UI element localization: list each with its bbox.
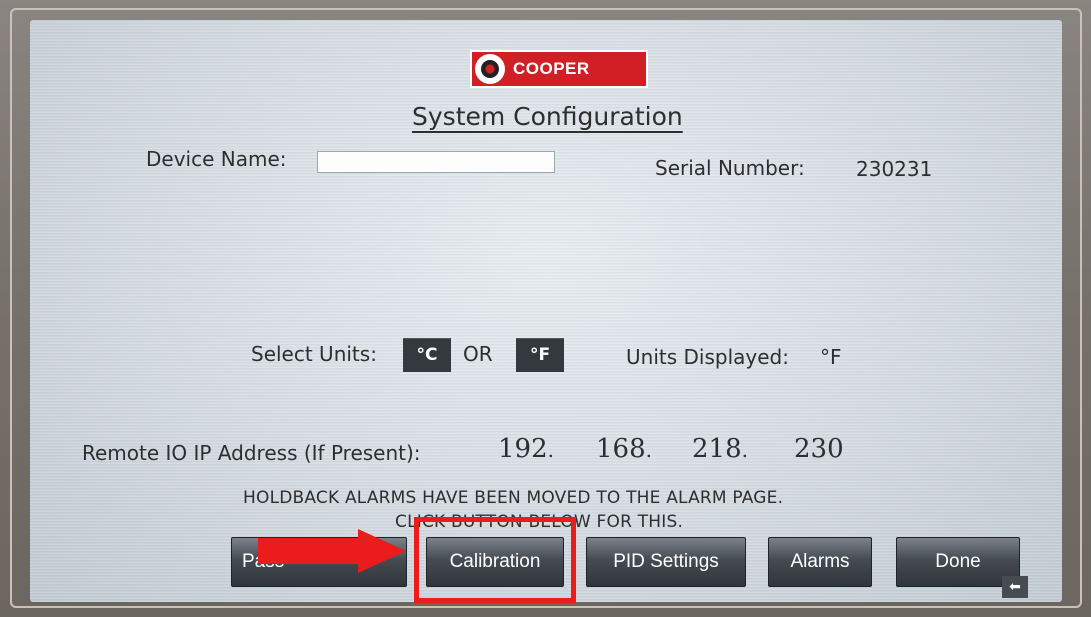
ip-octet-1-value: 192 (498, 434, 548, 464)
remote-ip-label: Remote IO IP Address (If Present): (82, 441, 421, 465)
alarms-button[interactable]: Alarms (768, 537, 872, 587)
ip-separator: . (741, 438, 748, 462)
serial-number-value: 230231 (856, 157, 933, 181)
logo-text: COOPER (513, 59, 590, 78)
page-title: System Configuration (412, 102, 683, 131)
alarms-button-label: Alarms (790, 551, 850, 572)
done-button-label: Done (935, 551, 981, 572)
ip-octet-1[interactable]: 192. (498, 434, 554, 464)
device-name-field[interactable] (317, 151, 555, 173)
ip-octet-2-value: 168 (596, 434, 646, 464)
or-label: OR (463, 342, 493, 366)
ip-octet-4[interactable]: 230 (794, 434, 844, 464)
ip-separator: . (547, 438, 554, 462)
cooper-logo: COOPER (470, 50, 648, 88)
ip-octet-2[interactable]: 168. (596, 434, 652, 464)
select-units-label: Select Units: (251, 342, 377, 366)
ip-separator: . (645, 438, 652, 462)
ip-octet-3[interactable]: 218. (692, 434, 748, 464)
ip-octet-4-value: 230 (794, 434, 844, 464)
back-arrow-icon[interactable]: ⬅ (1002, 576, 1028, 598)
ip-octet-3-value: 218 (692, 434, 742, 464)
units-displayed-value: °F (820, 345, 842, 369)
pid-settings-button[interactable]: PID Settings (586, 537, 746, 587)
annotation-highlight-box (414, 517, 576, 603)
serial-number-label: Serial Number: (655, 156, 805, 180)
annotation-arrow-icon (258, 529, 406, 573)
celsius-button[interactable]: °C (403, 338, 451, 372)
cooper-logo-icon (475, 54, 505, 84)
fahrenheit-button[interactable]: °F (516, 338, 564, 372)
notice-line-1: HOLDBACK ALARMS HAVE BEEN MOVED TO THE A… (243, 488, 784, 508)
device-name-label: Device Name: (146, 147, 287, 171)
units-displayed-label: Units Displayed: (626, 345, 789, 369)
pid-settings-button-label: PID Settings (613, 551, 719, 572)
touch-screen: COOPER System Configuration Device Name:… (30, 20, 1062, 602)
